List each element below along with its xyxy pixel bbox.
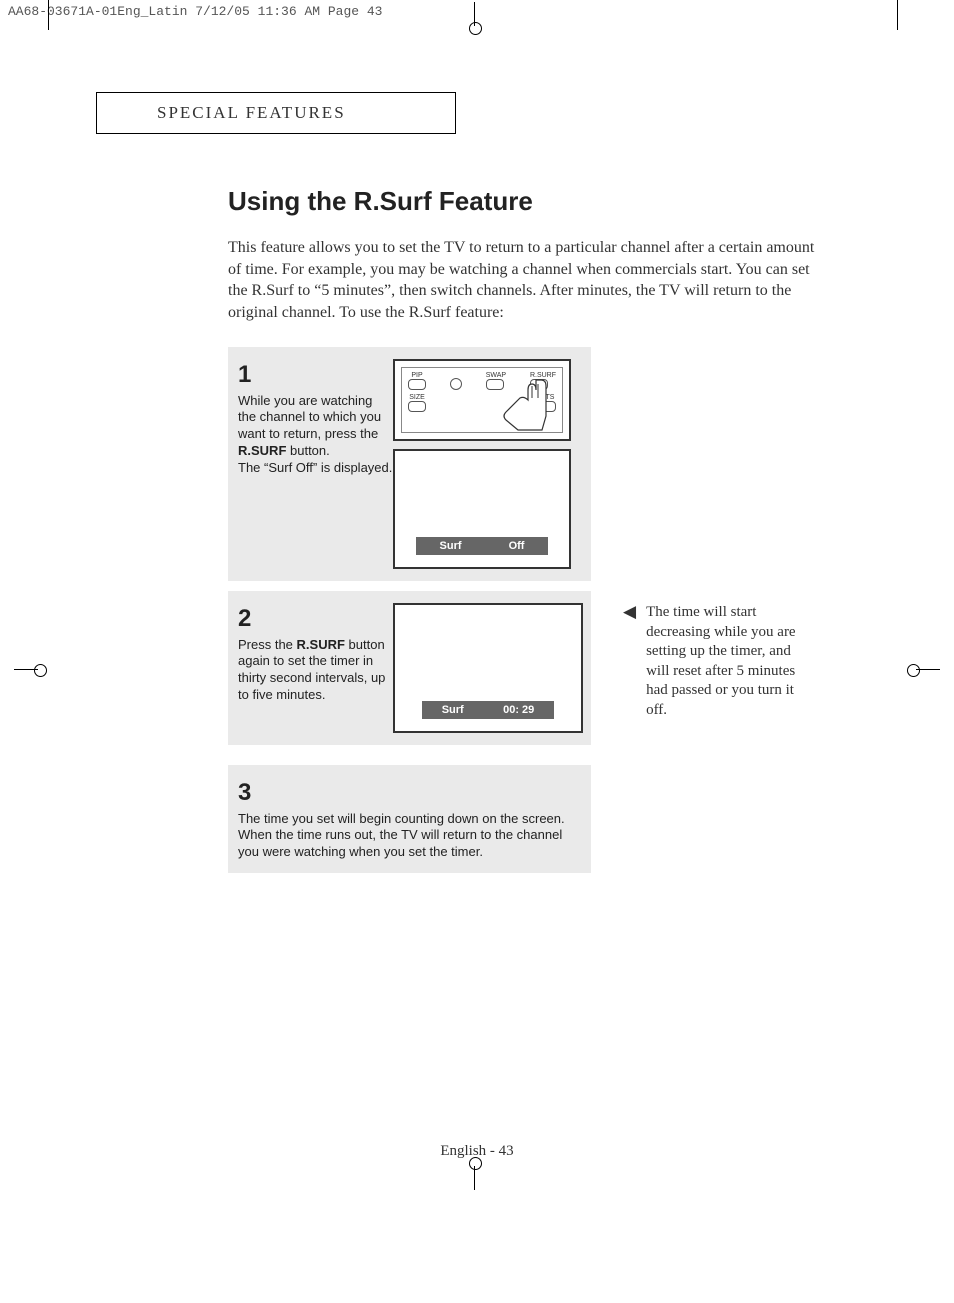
section-header: SPECIAL FEATURES: [157, 103, 346, 122]
osd-bar-2: Surf 00: 29: [422, 701, 554, 719]
step-2-text: 2 Press the R.SURF button again to set t…: [238, 603, 393, 704]
step-1-number: 1: [238, 359, 393, 390]
registration-mark: [465, 1160, 485, 1190]
step-2-bold: R.SURF: [297, 637, 345, 652]
side-note: ◀ The time will start decreasing while y…: [623, 591, 813, 720]
osd-bar-1: Surf Off: [416, 537, 548, 555]
section-header-box: SPECIAL FEATURES: [96, 92, 456, 134]
triangle-left-icon: ◀: [623, 603, 636, 620]
up-button-icon: [450, 378, 462, 390]
side-note-text: The time will start decreasing while you…: [646, 603, 813, 720]
step-2-text-a: Press the: [238, 637, 297, 652]
remote-label-size: SIZE: [408, 394, 426, 401]
osd-surf-label: Surf: [440, 540, 462, 552]
tv-screen-2: Surf 00: 29: [393, 603, 583, 733]
page-title: Using the R.Surf Feature: [228, 186, 818, 217]
step-1-box: 1 While you are watching the channel to …: [228, 347, 591, 581]
size-button-icon: [408, 401, 426, 412]
step-3-text: 3 The time you set will begin counting d…: [238, 777, 581, 861]
step-3-box: 3 The time you set will begin counting d…: [228, 765, 591, 873]
remote-illustration: PIP SWAP: [393, 359, 571, 441]
osd-timer-value: 00: 29: [503, 704, 534, 716]
step-1-text-b: button.: [286, 443, 329, 458]
tv-screen-1: Surf Off: [393, 449, 571, 569]
step-2-box: 2 Press the R.SURF button again to set t…: [228, 591, 591, 745]
step-1-text-a: While you are watching the channel to wh…: [238, 393, 381, 442]
osd-surf-label-2: Surf: [442, 704, 464, 716]
step-1-text-c: The “Surf Off” is displayed.: [238, 460, 392, 475]
step-3-body: The time you set will begin counting dow…: [238, 811, 565, 860]
step-2-number: 2: [238, 603, 393, 634]
intro-paragraph: This feature allows you to set the TV to…: [228, 237, 818, 323]
pip-button-icon: [408, 379, 426, 390]
osd-off-label: Off: [509, 540, 525, 552]
step-1-bold: R.SURF: [238, 443, 286, 458]
step-1-text: 1 While you are watching the channel to …: [238, 359, 393, 477]
step-3-number: 3: [238, 777, 581, 808]
remote-label-pip: PIP: [408, 372, 426, 379]
hand-press-icon: [498, 376, 548, 432]
